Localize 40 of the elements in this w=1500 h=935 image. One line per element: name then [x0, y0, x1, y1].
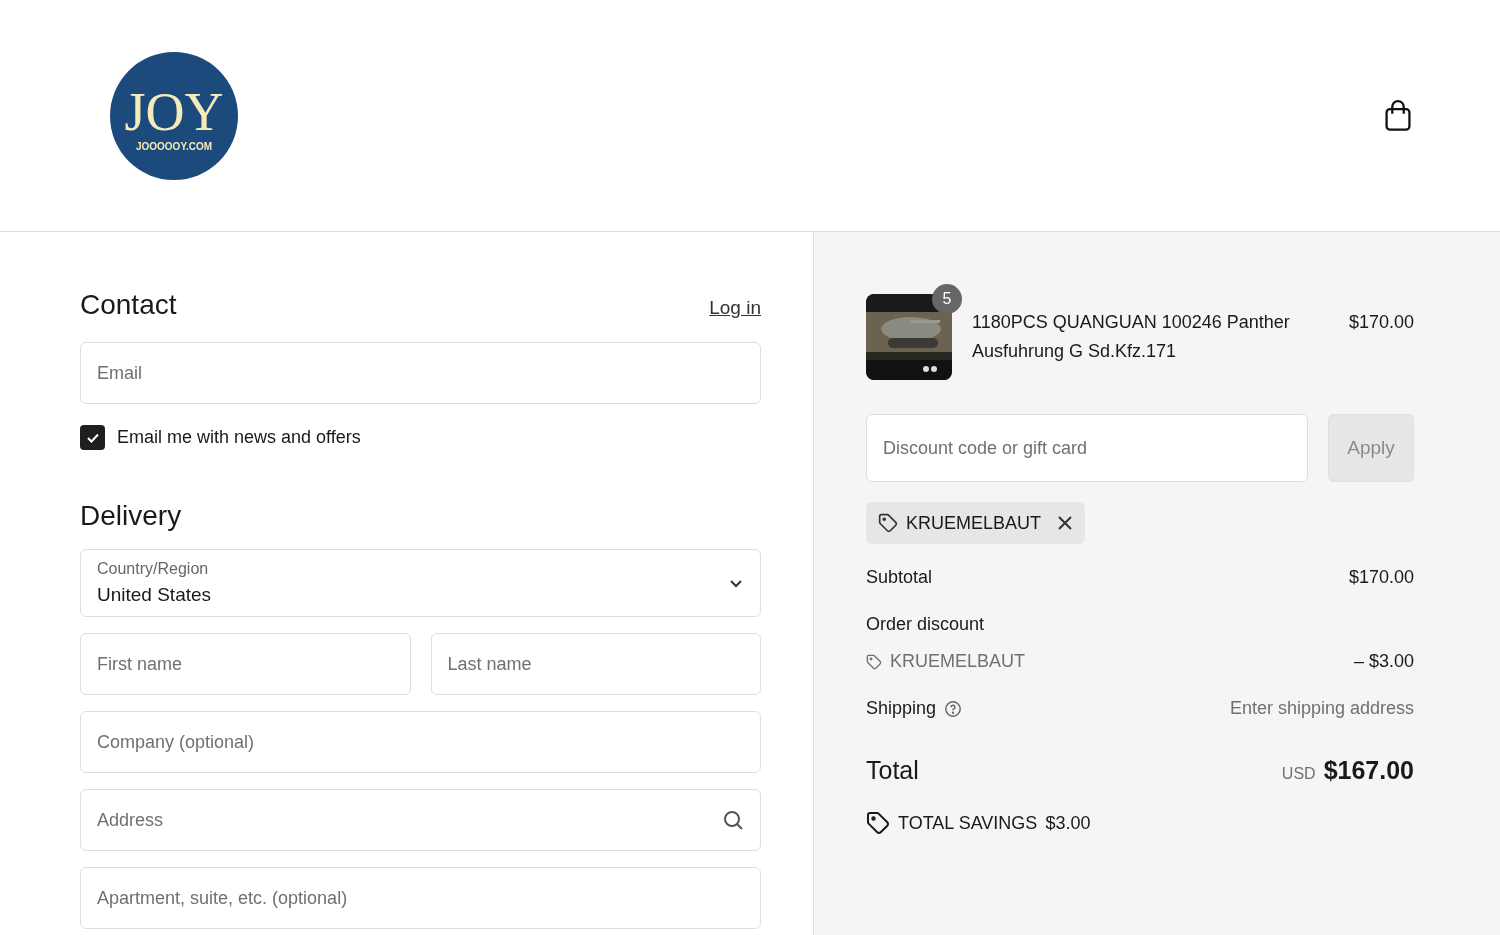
delivery-heading: Delivery [80, 499, 183, 533]
product-name: 1180PCS QUANGUAN 100246 Panther Ausfuhrung G Sd.Kfz.171 [972, 311, 1291, 363]
close-icon[interactable] [1057, 515, 1074, 531]
order-discount-label: Order discount [866, 613, 985, 636]
logo-title: JOY [124, 85, 224, 139]
order-discount-code: KRUEMELBAUT [890, 650, 1026, 673]
help-icon[interactable] [944, 699, 963, 718]
input-field[interactable]: Last name [430, 633, 761, 695]
logo-subtitle: JOOOOOY.COM [135, 140, 213, 154]
input-field[interactable]: Company (optional) [80, 711, 761, 773]
total-currency: USD [1281, 764, 1316, 784]
search-icon [721, 808, 745, 832]
contact-heading: Contact [80, 288, 177, 322]
savings-tag-icon [866, 811, 890, 835]
subtotal-value: $170.00 [1348, 566, 1414, 589]
input-field[interactable]: Apartment, suite, etc. (optional) [80, 867, 761, 929]
discount-code: KRUEMELBAUT [906, 511, 1042, 535]
shopping-bag-icon[interactable] [1384, 99, 1412, 132]
country-value: United States [97, 582, 212, 607]
tag-icon [878, 513, 898, 533]
subtotal-label: Subtotal [866, 566, 933, 589]
order-discount-value: – $3.00 [1353, 650, 1414, 673]
address-field[interactable]: Address [80, 789, 761, 851]
total-label: Total [866, 755, 919, 786]
input-field[interactable]: Email [80, 342, 761, 404]
shipping-value: Enter shipping address [1229, 697, 1414, 720]
total-value: $167.00 [1323, 755, 1414, 786]
country-label: Country/Region [97, 558, 210, 579]
savings-value: $3.00 [1045, 811, 1091, 835]
newsletter-label: Email me with news and offers [117, 426, 361, 449]
newsletter-checkbox[interactable] [80, 425, 105, 450]
quantity-badge: 5 [932, 284, 962, 314]
login-link[interactable]: Log in [709, 293, 761, 322]
shipping-label: Shipping [866, 697, 937, 720]
input-field[interactable]: First name [80, 633, 411, 695]
savings-label: TOTAL SAVINGS [898, 811, 1038, 835]
tag-icon [866, 653, 882, 670]
country-select[interactable]: Country/Region United States [80, 549, 761, 617]
product-price: $170.00 [1348, 311, 1414, 334]
logo[interactable]: JOY JOOOOOY.COM [110, 51, 238, 180]
